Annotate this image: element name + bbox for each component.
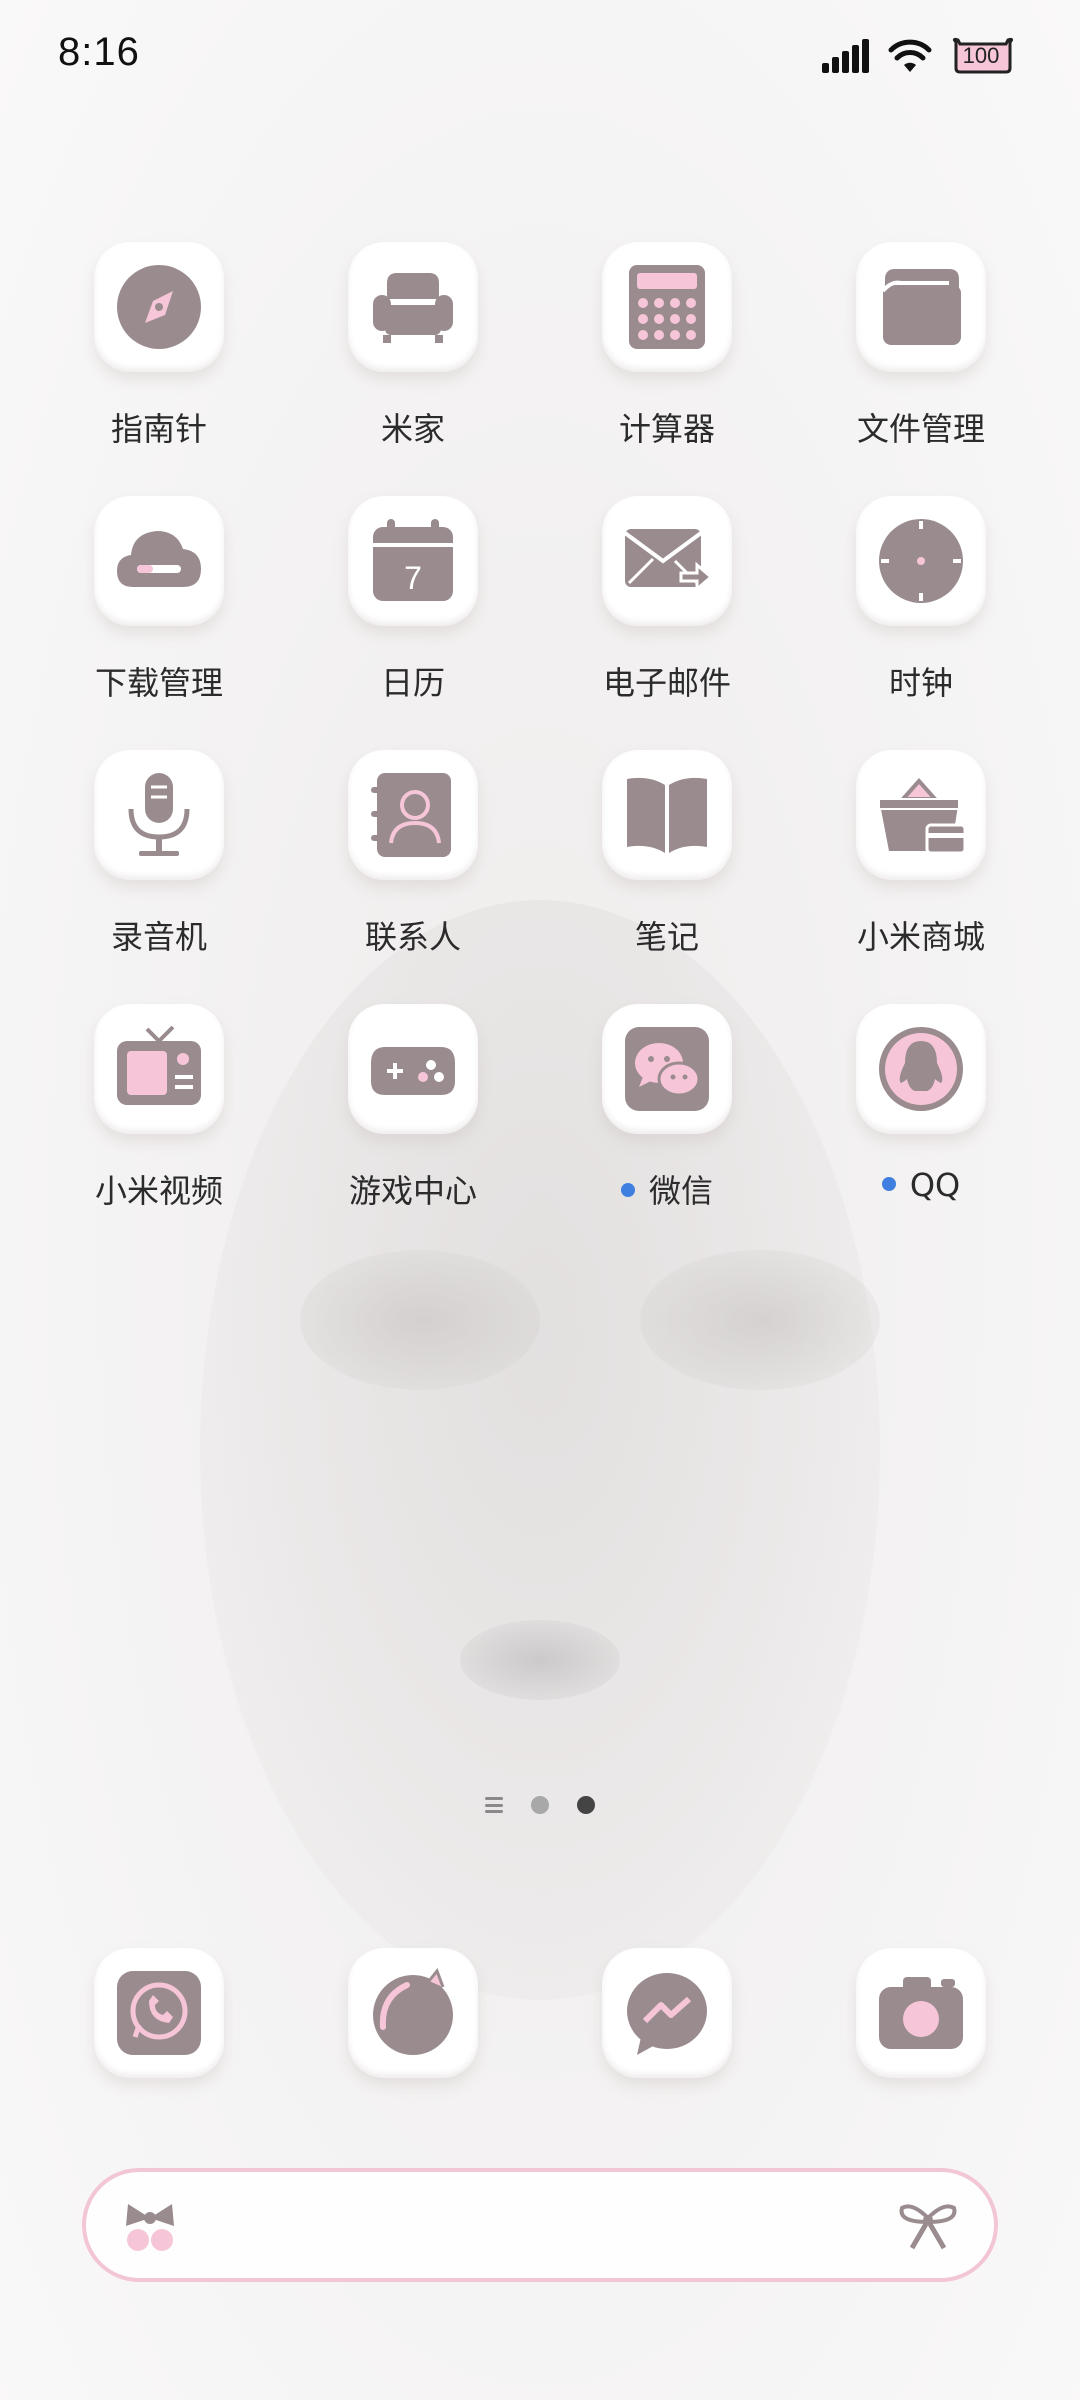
app-recorder[interactable]: 录音机 (39, 750, 279, 970)
clock-icon (879, 519, 963, 603)
wifi-icon (888, 39, 932, 72)
battery-level: 100 (962, 43, 1000, 68)
app-label: 日历 (380, 664, 445, 702)
app-label: 笔记 (634, 918, 699, 956)
sofa-icon (373, 273, 453, 343)
app-label: 下载管理 (94, 664, 223, 702)
app-label-text: 微信 (648, 1172, 713, 1210)
app-label: 游戏中心 (348, 1172, 477, 1210)
folder-icon (881, 269, 961, 345)
shop-basket-icon (878, 777, 967, 855)
microphone-icon (128, 773, 190, 856)
qq-penguin-icon (879, 1027, 963, 1111)
camera-icon (879, 1977, 963, 2049)
page-dot-1[interactable] (531, 1796, 549, 1814)
search-bar[interactable] (82, 2168, 998, 2282)
notification-dot (881, 1177, 896, 1191)
ribbon-bow-icon (899, 2204, 957, 2250)
dock-messages[interactable] (547, 1948, 787, 2088)
notification-dot (620, 1183, 635, 1197)
app-label: 计算器 (618, 410, 715, 448)
app-label-text: QQ (909, 1166, 961, 1204)
app-mi-store[interactable]: 小米商城 (801, 750, 1041, 970)
mail-icon (623, 529, 713, 593)
calculator-icon (629, 265, 705, 349)
app-wechat[interactable]: 微信 (547, 1004, 787, 1224)
phone-icon (117, 1971, 201, 2055)
app-download-manager[interactable]: 下载管理 (39, 496, 279, 716)
app-label: QQ (801, 1166, 1041, 1204)
gamepad-icon (371, 1047, 455, 1095)
app-label: 小米商城 (856, 918, 985, 956)
battery-icon: 100 (950, 36, 1016, 76)
page-indicator[interactable] (0, 1790, 1080, 1820)
app-compass[interactable]: 指南针 (39, 242, 279, 462)
app-qq[interactable]: QQ (801, 1004, 1041, 1224)
app-email[interactable]: 电子邮件 (547, 496, 787, 716)
app-drawer-indicator[interactable] (485, 1797, 503, 1813)
app-label: 微信 (547, 1166, 787, 1212)
dock-browser[interactable] (293, 1948, 533, 2088)
app-mi-video[interactable]: 小米视频 (39, 1004, 279, 1224)
calendar-date: 7 (404, 560, 422, 596)
app-label: 联系人 (364, 918, 461, 956)
app-label: 小米视频 (94, 1172, 223, 1210)
app-notes[interactable]: 笔记 (547, 750, 787, 970)
app-file-manager[interactable]: 文件管理 (801, 242, 1041, 462)
messenger-icon (627, 1973, 707, 2055)
app-label: 录音机 (110, 918, 207, 956)
browser-icon (373, 1968, 453, 2055)
status-time: 8:16 (58, 30, 140, 74)
dock-camera[interactable] (801, 1948, 1041, 2088)
app-clock[interactable]: 时钟 (801, 496, 1041, 716)
wechat-icon (625, 1027, 709, 1111)
cherry-bow-icon (126, 2204, 174, 2251)
app-label: 文件管理 (856, 410, 985, 448)
tv-icon (117, 1025, 201, 1105)
cloud-download-icon (117, 531, 201, 587)
app-game-center[interactable]: 游戏中心 (293, 1004, 533, 1224)
signal-icon (822, 39, 869, 73)
app-calculator[interactable]: 计算器 (547, 242, 787, 462)
notes-book-icon (627, 777, 707, 855)
status-bar: 8:16 100 (0, 0, 1080, 115)
calendar-icon: 7 (373, 519, 453, 601)
page-dot-2-active[interactable] (577, 1796, 595, 1814)
app-label: 电子邮件 (602, 664, 731, 702)
app-label: 指南针 (110, 410, 207, 448)
compass-icon (117, 265, 201, 349)
app-label: 时钟 (888, 664, 953, 702)
dock-phone[interactable] (39, 1948, 279, 2088)
app-contacts[interactable]: 联系人 (293, 750, 533, 970)
contacts-icon (371, 773, 451, 857)
app-calendar[interactable]: 7 日历 (293, 496, 533, 716)
app-mijia[interactable]: 米家 (293, 242, 533, 462)
app-label: 米家 (380, 410, 445, 448)
